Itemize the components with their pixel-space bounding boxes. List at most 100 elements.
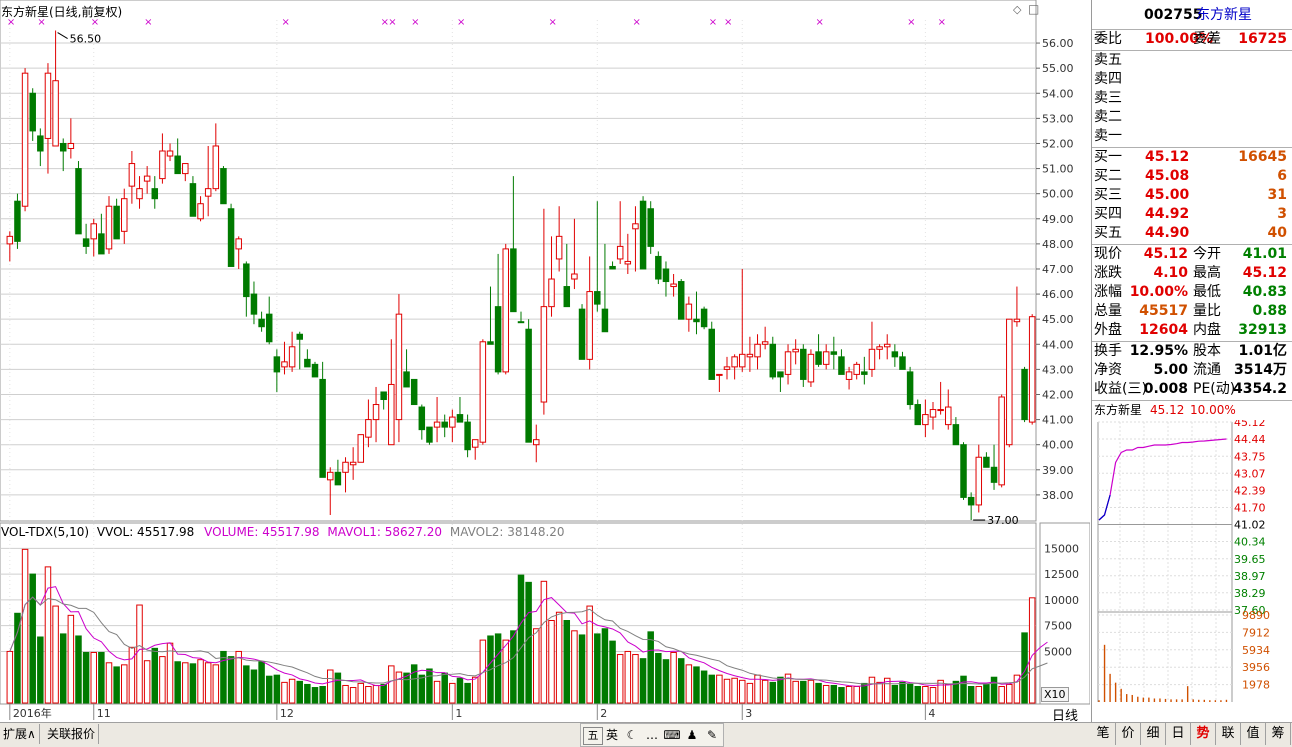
candle-body [479,341,487,443]
candle-body [227,208,235,267]
buy-price: 45.00 [1145,187,1190,203]
english-mode-icon[interactable]: 英 [603,727,621,743]
stat-row: 现价 45.12 今开 41.01 [1092,245,1291,264]
volume-bar [456,677,464,704]
volume-bar [143,660,151,704]
user-icon[interactable]: ♟ [683,727,701,743]
candle-body [609,265,616,270]
event-marker: × [457,17,465,28]
stat-label: 涨跌 [1094,265,1122,281]
volume-bar [876,681,883,704]
volume-bar [830,684,838,704]
tab-value[interactable]: 值 [1241,723,1266,745]
tab-chips[interactable]: 筹 [1266,723,1291,745]
wubi-icon[interactable]: 五 [583,727,603,745]
tab-detail[interactable]: 细 [1141,723,1166,745]
volume-bar [6,650,14,704]
intraday-mini-chart[interactable]: 45.12 44.44 43.75 43.07 42.39 41.70 41.02 40.34… [1092,420,1292,720]
candle-body [90,223,97,240]
candle-body [685,303,693,320]
buy-row[interactable]: 买二 45.08 6 [1092,167,1291,186]
sell-label: 卖二 [1094,109,1122,125]
candle-body [67,142,75,149]
candle-body [990,466,998,483]
tab-trend[interactable]: 势 [1191,723,1216,745]
price-tick-label: 55.00 [1042,62,1074,75]
mini-vol-tick: 7912 [1242,626,1270,639]
volume-bar [67,614,75,704]
volume-bar [708,674,715,704]
candle-body [52,80,59,147]
volume-bar [548,620,555,704]
candle-body [471,439,479,448]
punctuation-icon[interactable]: … [643,727,661,743]
volume-bar [670,651,677,704]
price-tick-label: 44.00 [1042,338,1074,351]
sell-row[interactable]: 卖一 [1092,127,1291,146]
sell-row[interactable]: 卖二 [1092,108,1291,127]
related-quotes-tab[interactable]: 关联报价 [44,724,100,744]
candle-body [182,163,189,175]
zoom-x10-button[interactable]: X10 [1041,687,1069,702]
tab-related[interactable]: 联 [1216,723,1241,745]
price-tick-label: 52.00 [1042,137,1074,150]
mini-price-tick: 38.97 [1234,570,1266,583]
event-marker: × [549,17,557,28]
price-tick-label: 40.00 [1042,439,1074,452]
buy-row[interactable]: 买三 45.00 31 [1092,186,1291,205]
candle-body [388,383,395,446]
sell-row[interactable]: 卖四 [1092,70,1291,89]
kline-chart-area[interactable]: 56.00 55.00 54.00 53.00 52.00 51.00 50.00 49.00… [0,0,1091,724]
price-tick-label: 39.00 [1042,464,1074,477]
candle-body [136,188,143,200]
stock-title-row: 002755 东方新星 [1092,6,1291,25]
sell-row[interactable]: 卖三 [1092,89,1291,108]
volume-bar [639,658,647,704]
buy-volume: 3 [1277,206,1287,222]
volume-bar [906,683,914,704]
expand-tab[interactable]: 扩展∧ [0,724,40,744]
moon-icon[interactable]: ☾ [623,727,641,743]
volume-bar [128,646,136,704]
volume-bar [769,681,777,704]
tab-price[interactable]: 价 [1116,723,1141,745]
volume-bar [891,684,899,704]
square-icon[interactable]: □ [1028,2,1039,16]
volume-bar [555,611,563,704]
volume-bar [494,633,502,704]
price-panel-frame [0,0,1037,522]
sell-row[interactable]: 卖五 [1092,51,1291,70]
volume-bar [517,574,525,704]
main-chart-svg[interactable]: 56.00 55.00 54.00 53.00 52.00 51.00 50.00 49.00… [0,0,1091,722]
tab-trades[interactable]: 笔 [1091,723,1116,745]
keyboard-icon[interactable]: ⌨ [663,727,681,743]
candle-body [510,248,517,313]
volume-bar [647,631,654,704]
buy-row[interactable]: 买五 44.90 40 [1092,224,1291,243]
stat2-label: 流通 [1193,362,1221,378]
weibi-row: 委比 100.00% 委差 16725 [1092,30,1291,49]
stat2-row: 收益(三) 0.008 PE(动) 4354.2 [1092,380,1291,399]
candle-body [975,456,983,506]
buy-row[interactable]: 买一 45.12 16645 [1092,148,1291,167]
volume-bar [349,687,357,704]
diamond-icon[interactable]: ◇ [1013,3,1021,16]
stat-label: 现价 [1094,246,1122,262]
buy-row[interactable]: 买四 44.92 3 [1092,205,1291,224]
stat2-value: 4354.2 [1232,381,1287,397]
candle-body [929,409,937,418]
volume-bar [922,686,929,704]
candle-body [746,353,754,358]
volume-bar [433,680,441,704]
wrench-icon[interactable]: ✎ [703,727,721,743]
candle-body [189,183,197,217]
chart-title: 东方新星(日线,前复权) [1,5,123,19]
volume-bar [822,684,830,704]
candle-body [548,278,555,308]
stat-value: 0.88 [1252,303,1287,319]
buy-volume: 31 [1267,187,1287,203]
candle-body [700,308,708,328]
tab-daily[interactable]: 日 [1166,723,1191,745]
stat-value: 40.83 [1242,284,1287,300]
candle-body [380,391,387,401]
